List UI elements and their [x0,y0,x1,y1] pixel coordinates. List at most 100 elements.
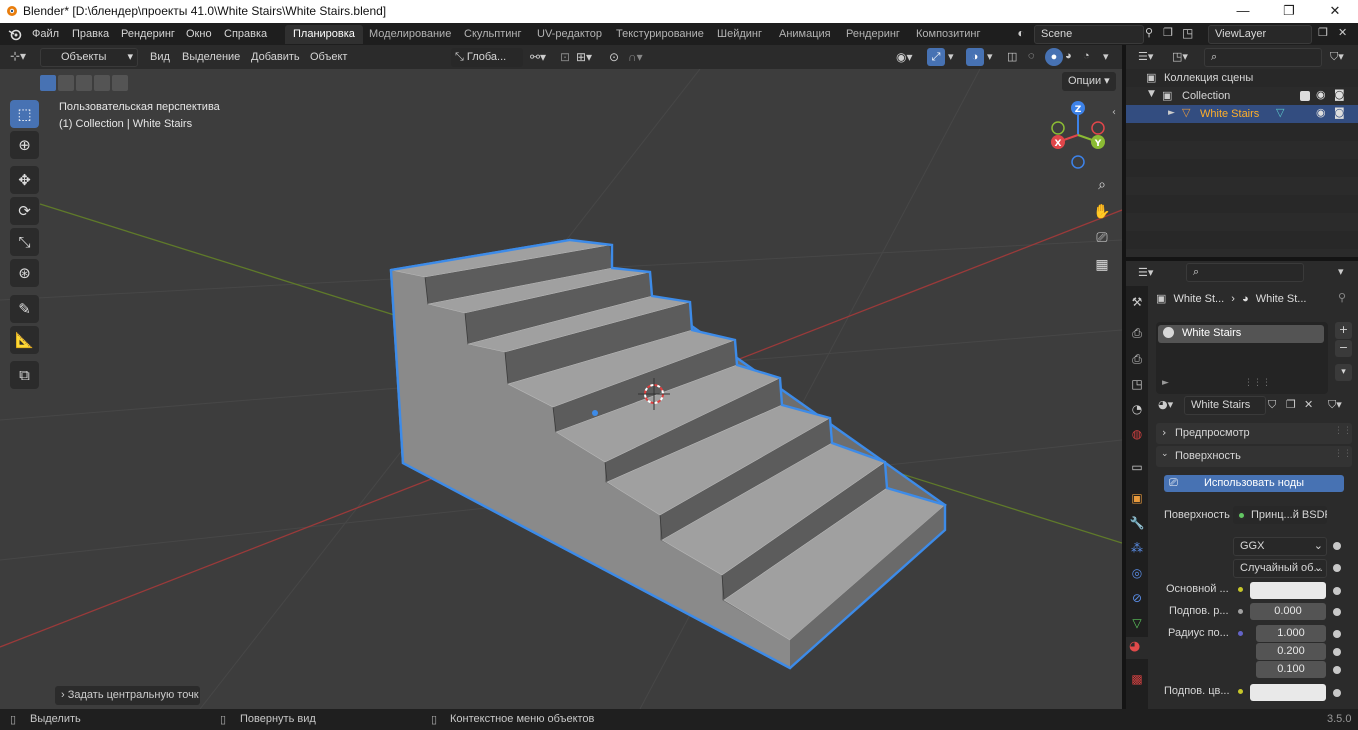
sidebar-toggle-icon[interactable]: ‹ [1112,107,1116,118]
stairs-mesh[interactable] [389,238,947,670]
solid-shading-icon[interactable]: ● [1045,48,1063,66]
snap-icon[interactable]: ⊡ [560,50,570,64]
material-tab[interactable]: ◕ [1126,637,1148,659]
tab-animation[interactable]: Анимация [771,25,839,44]
add-cube-tool[interactable]: ⧉ [10,361,39,389]
transform-tool[interactable]: ⊛ [10,259,39,287]
tool-tab-icon[interactable]: ⚒ [1128,293,1146,311]
tab-texture-paint[interactable]: Текстурирование [608,25,712,44]
visibility-icon[interactable]: ◉▾ [896,50,913,64]
viewlayer-field[interactable]: ViewLayer [1208,25,1312,44]
outliner-row-scene[interactable]: ▣ Коллекция сцены [1126,69,1358,87]
eye-icon[interactable]: ◉ [1316,88,1326,101]
world-tab-icon[interactable]: ◍ [1128,425,1146,443]
menu-select[interactable]: Выделение [182,51,240,63]
remove-viewlayer-icon[interactable]: ✕ [1338,26,1347,39]
gizmo-dropdown-icon[interactable]: ▾ [948,50,954,63]
menu-render[interactable]: Рендеринг [121,28,175,40]
snap-target-icon[interactable]: ⊞▾ [576,50,592,64]
outliner-row-collection[interactable]: ▼ ▣ Collection ◉ ◙ [1126,87,1358,105]
outliner-row-object[interactable]: ► ▽ White Stairs ▽ ◉ ◙ [1126,105,1358,123]
pan-hand-icon[interactable]: ✋ [1090,200,1114,224]
distribution-dropdown[interactable]: GGX ⌄ [1233,537,1327,556]
menu-help[interactable]: Справка [224,28,267,40]
subsurface-color-socket-icon[interactable] [1236,687,1245,696]
pivot-icon[interactable]: ⚯▾ [530,50,546,64]
drag-grip-2[interactable]: ⋮⋮ [1334,449,1352,459]
keyframe-dot-2[interactable] [1333,564,1341,572]
radius-socket-icon[interactable] [1236,629,1245,638]
last-operator-panel[interactable]: › Задать центральную точк [55,686,200,705]
scene-canvas[interactable] [0,69,1122,709]
minimize-button[interactable]: — [1220,0,1266,23]
select-extend-icon[interactable] [58,75,74,91]
keyframe-dot-7[interactable] [1333,666,1341,674]
tab-rendering[interactable]: Рендеринг [838,25,908,44]
measure-tool[interactable]: 📐 [10,326,39,354]
keyframe-dot-6[interactable] [1333,648,1341,656]
keyframe-dot-8[interactable] [1333,689,1341,697]
subsurface-color-swatch[interactable] [1250,684,1326,701]
duplicate-material-icon[interactable]: ❐ [1286,398,1296,411]
pin-props-icon[interactable]: ⚲ [1338,291,1346,304]
mode-dropdown[interactable]: Объекты ▾ [40,48,138,67]
expand-icon[interactable]: ▼ [1148,89,1155,99]
blender-menu-icon[interactable] [8,28,22,41]
material-shading-icon[interactable]: ◕ [1065,50,1072,62]
list-expand-icon[interactable]: ► [1162,378,1169,388]
menu-edit[interactable]: Правка [72,28,109,40]
outliner-search-input[interactable]: ⌕ [1204,48,1322,67]
menu-object[interactable]: Объект [310,51,347,63]
menu-window[interactable]: Окно [186,28,212,40]
keyframe-dot-5[interactable] [1333,630,1341,638]
preview-panel-header[interactable]: › Предпросмотр ⋮⋮ [1156,423,1352,444]
particles-tab-icon[interactable]: ⁂ [1128,539,1146,557]
properties-type-icon[interactable]: ☰▾ [1138,266,1153,279]
surface-shader-field[interactable]: Принц...й BSDF [1233,506,1327,524]
radius-z-field[interactable]: 0.100 [1256,661,1326,678]
list-resize-grip[interactable]: ⋮⋮⋮ [1244,378,1271,388]
gizmo-toggle-icon[interactable]: ⤢ [927,48,945,66]
collection-tab-icon[interactable]: ▭ [1128,458,1146,476]
link-mode-icon[interactable]: ⛉▾ [1328,398,1342,412]
select-intersect-icon[interactable] [112,75,128,91]
select-subtract-icon[interactable] [76,75,92,91]
fake-user-icon[interactable]: ⛉ [1268,398,1276,412]
slot-menu-button[interactable]: ▾ [1335,364,1352,381]
grid-toggle-icon[interactable]: ▦ [1090,253,1114,277]
add-slot-button[interactable]: + [1335,322,1352,339]
rotate-tool[interactable]: ⟳ [10,197,39,225]
select-box-tool[interactable]: ⬚ [10,100,39,128]
shading-dropdown-icon[interactable]: ▾ [1103,50,1109,63]
tab-sculpting[interactable]: Скульптинг [456,25,530,44]
keyframe-dot-3[interactable] [1333,587,1341,595]
view-layer-tab-icon[interactable]: ◳ [1128,375,1146,393]
use-nodes-button[interactable]: ⎚ Использовать ноды [1164,475,1344,492]
viewlayer-icon[interactable]: ◳ [1182,26,1193,40]
radius-y-field[interactable]: 0.200 [1256,643,1326,660]
material-slot-item[interactable]: White Stairs [1158,325,1324,343]
menu-add[interactable]: Добавить [251,51,300,63]
tab-uv-editing[interactable]: UV-редактор [529,25,610,44]
scene-icon[interactable]: ◐ [1010,26,1032,44]
new-viewlayer-icon[interactable]: ❐ [1318,26,1328,39]
annotate-tool[interactable]: ✎ [10,295,39,323]
menu-view[interactable]: Вид [150,51,170,63]
proportional-edit-icon[interactable]: ⊙ [609,50,619,64]
material-name-field[interactable]: White Stairs [1184,396,1266,415]
subsurface-socket-icon[interactable] [1236,607,1245,616]
base-color-swatch[interactable] [1250,582,1326,599]
camera-icon[interactable]: ⎚ [1090,226,1114,250]
select-invert-icon[interactable] [94,75,110,91]
3d-viewport[interactable]: ⬚ ⊕ ✥ ⟳ ⤡ ⊛ ✎ 📐 ⧉ Пользовательская персп… [0,69,1122,709]
select-new-icon[interactable] [40,75,56,91]
object-render-icon[interactable]: ◙ [1334,106,1345,119]
subsurface-value-field[interactable]: 0.000 [1250,603,1326,620]
overlays-icon[interactable]: ◑ [966,48,984,66]
render-tab-icon[interactable]: ⎙ [1128,324,1146,342]
radius-x-field[interactable]: 1.000 [1256,625,1326,642]
drag-grip[interactable]: ⋮⋮ [1334,426,1352,436]
outliner-type-icon[interactable]: ☰▾ [1138,50,1153,63]
keyframe-dot[interactable] [1333,542,1341,550]
tab-modeling[interactable]: Моделирование [361,25,459,44]
